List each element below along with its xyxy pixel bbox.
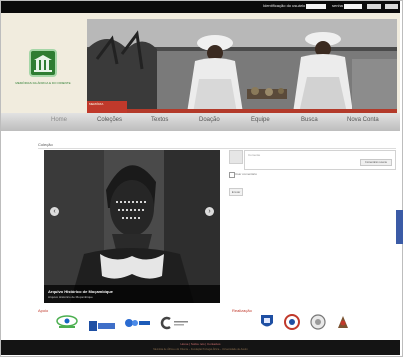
breadcrumb: Coleção (38, 142, 53, 147)
realization-label: Realização (232, 308, 252, 313)
nav-item-search[interactable]: Busca (301, 117, 318, 123)
site-header: MEMÓRIAS DA ÁFRICA E DO ORIENTE MEMÓRIA (1, 13, 400, 113)
login-button[interactable] (367, 4, 381, 9)
nav-item-texts[interactable]: Textos (151, 117, 168, 123)
header-photo: MEMÓRIA (87, 19, 397, 113)
nav-item-new-account[interactable]: Nova Conta (347, 117, 379, 123)
slide-caption: Arquivo Histórico de Moçambique Arquivo … (44, 285, 220, 303)
footer: Home | Sobre nós | Contactos Memória de … (1, 340, 400, 355)
slide-image (44, 150, 220, 303)
password-input[interactable] (344, 4, 362, 9)
send-button[interactable]: Enviar (229, 188, 243, 196)
nav-item-donation[interactable]: Doação (199, 117, 220, 123)
password-label: senha (332, 3, 343, 8)
image-slider[interactable]: Arquivo Histórico de Moçambique Arquivo … (44, 150, 220, 303)
main-nav: Home Coleções Textos Doação Equipe Busca… (1, 113, 400, 131)
comment-checkbox-label: Usar comentário (235, 172, 258, 176)
partner-logo-c-icon[interactable] (160, 316, 188, 335)
partner-logo-cnpq-icon[interactable] (124, 316, 150, 334)
partner-logo-emblem-icon[interactable] (336, 314, 350, 335)
login-label: Identificação do usuário (263, 3, 306, 8)
photo-caption: MEMÓRIA (87, 101, 127, 113)
partner-logo-finep-icon[interactable] (89, 318, 115, 336)
footer-links[interactable]: Home | Sobre nós | Contactos (1, 342, 400, 346)
nav-item-team[interactable]: Equipe (251, 117, 270, 123)
comment-placeholder: Comente (248, 153, 261, 157)
top-bar: Identificação do usuário senha (1, 1, 400, 13)
slide-subtitle: Arquivo Histórico de Moçambique (48, 295, 93, 299)
facebook-tab-icon[interactable] (396, 210, 403, 244)
register-button[interactable] (385, 4, 398, 9)
institution-logo-icon[interactable] (29, 49, 57, 77)
logo-text: MEMÓRIAS DA ÁFRICA E DO ORIENTE (15, 81, 71, 85)
partner-logo-seal-gray-icon[interactable] (310, 314, 326, 335)
support-label: Apoio (38, 308, 49, 313)
comment-box[interactable]: Comente Comentário recente (244, 150, 396, 170)
comment-submit-button[interactable]: Comentário recente (360, 159, 392, 166)
slider-prev-icon[interactable]: ‹ (50, 207, 59, 216)
partner-logo-seal-red-icon[interactable] (284, 314, 300, 335)
partner-logo-eye-icon[interactable] (56, 315, 78, 334)
nav-item-home[interactable]: Home (51, 117, 67, 123)
username-input[interactable] (306, 4, 326, 9)
breadcrumb-divider (38, 148, 396, 149)
slide-title: Arquivo Histórico de Moçambique (48, 289, 113, 294)
slider-next-icon[interactable]: › (205, 207, 214, 216)
avatar (229, 150, 243, 164)
nav-item-collections[interactable]: Coleções (97, 117, 122, 123)
partner-logo-ufba-icon[interactable] (260, 314, 274, 335)
footer-credits: Memória de África e do Oriente – Fundaçã… (153, 348, 248, 351)
header-photo-image (87, 19, 397, 113)
